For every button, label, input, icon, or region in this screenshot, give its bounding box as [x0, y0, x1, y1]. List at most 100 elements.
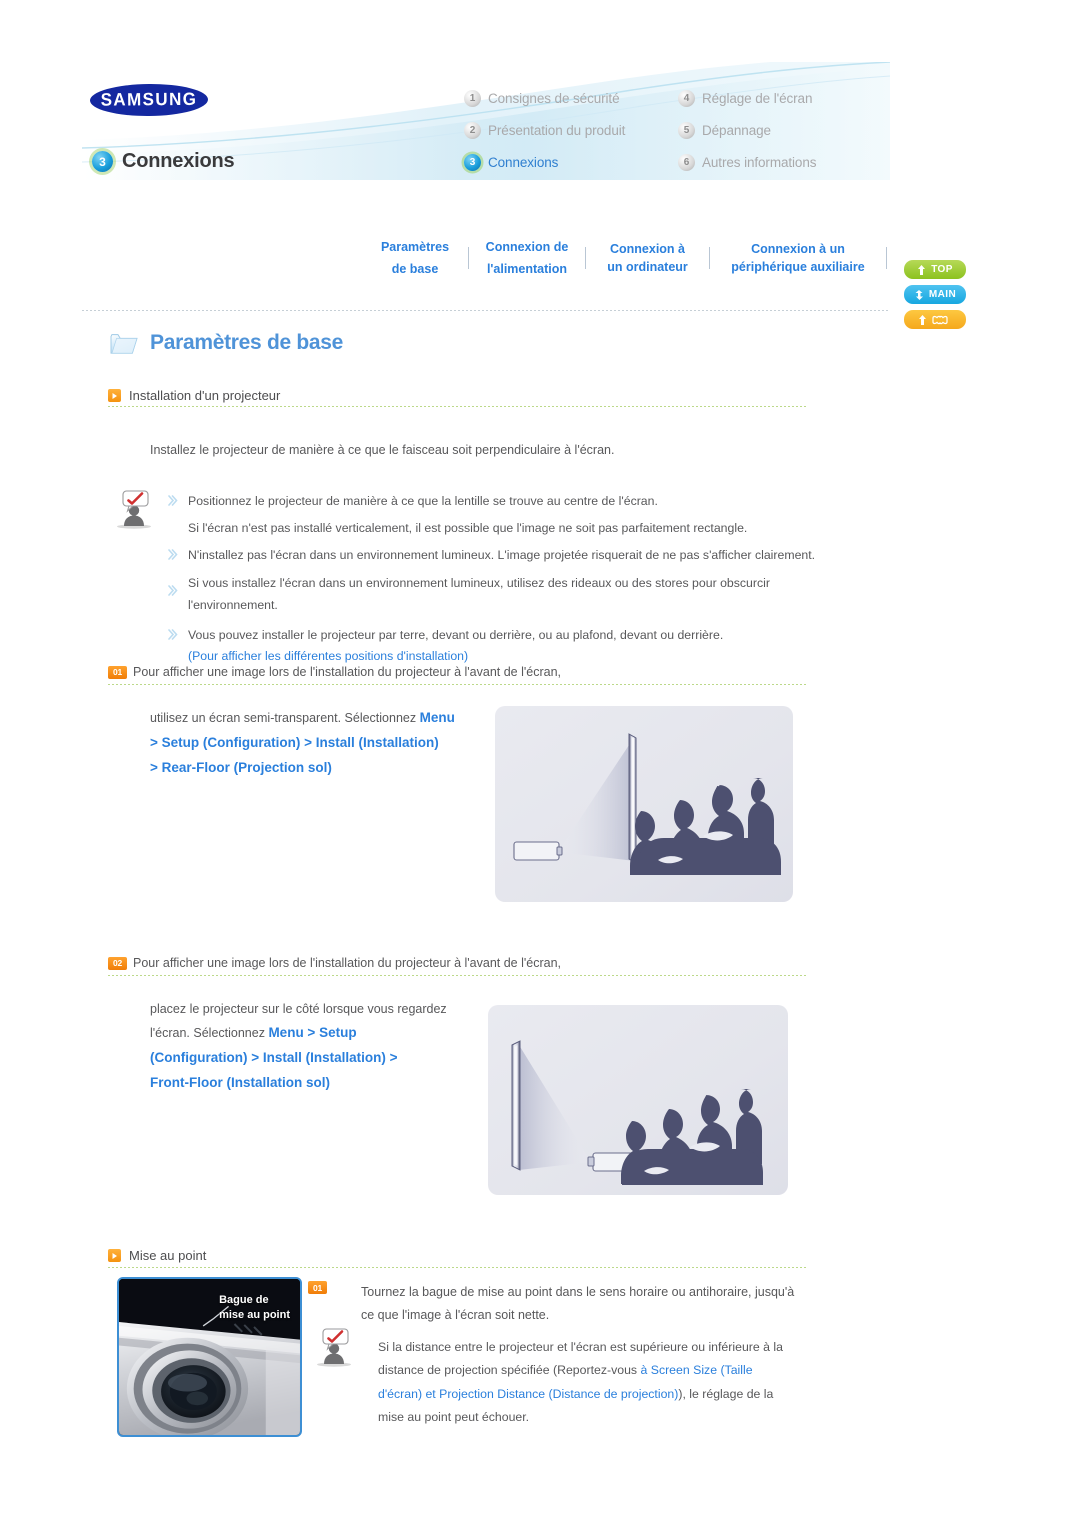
- chevron-bullet-icon: [168, 629, 178, 640]
- menu-label: Consignes de sécurité: [488, 90, 620, 106]
- chapter-title: 3 Connexions: [92, 150, 235, 173]
- menu-label: Présentation du produit: [488, 122, 626, 138]
- focus-step-text-line1: Tournez la bague de mise au point dans l…: [361, 1285, 795, 1299]
- photo-label-line2: mise au point: [219, 1308, 290, 1321]
- focus-step-1-text: Tournez la bague de mise au point dans l…: [361, 1281, 794, 1327]
- top-button[interactable]: TOP: [904, 260, 966, 279]
- focus-ring-photo-label: Bague de mise au point: [219, 1293, 290, 1323]
- step-number-badge: 02: [108, 956, 127, 970]
- front-projection-diagram: [488, 1005, 788, 1195]
- list-item: N'installez pas l'écran dans un environn…: [168, 546, 878, 565]
- tab-list: Paramètres de base Connexion de l'alimen…: [362, 238, 887, 278]
- list-item-text: N'installez pas l'écran dans un environn…: [188, 548, 816, 563]
- rear-projection-diagram: [495, 706, 793, 902]
- person-note-icon: [117, 490, 151, 529]
- tab-connexion-ordinateur[interactable]: Connexion à un ordinateur: [586, 238, 709, 278]
- focus-tip-line2: distance de projection spécifiée (Report…: [378, 1363, 641, 1378]
- step-number-badge: 01: [308, 1281, 327, 1294]
- list-item: Positionnez le projecteur de manière à c…: [168, 492, 878, 511]
- step-1-body: utilisez un écran semi-transparent. Séle…: [150, 706, 490, 781]
- side-button-group: TOP MAIN: [904, 260, 966, 329]
- menu-number-badge: 4: [678, 89, 695, 107]
- bullet-list: Positionnez le projecteur de manière à c…: [168, 492, 878, 674]
- header-menu-item-2[interactable]: 2 Présentation du produit: [464, 116, 672, 144]
- list-item: Vous pouvez installer le projecteur par …: [168, 626, 878, 645]
- chevron-bullet-icon: [168, 585, 178, 596]
- chapter-name: Connexions: [122, 150, 235, 172]
- chevron-bullet-icon: [168, 495, 178, 506]
- main-button[interactable]: MAIN: [904, 285, 966, 304]
- focus-ring-photo: Bague de mise au point: [117, 1277, 302, 1437]
- list-item-text: Vous pouvez installer le projecteur par …: [188, 628, 724, 643]
- screen-size-link-part1[interactable]: à Screen Size (Taille: [640, 1363, 752, 1377]
- list-item-text: Positionnez le projecteur de manière à c…: [188, 494, 658, 508]
- home-button[interactable]: [904, 310, 966, 329]
- step-2-text-plain-1: placez le projecteur sur le côté lorsque…: [150, 1002, 447, 1016]
- focus-step-text-line2: ce que l'image à l'écran soit nette.: [361, 1308, 550, 1323]
- tab-label-line1: Paramètres: [380, 240, 450, 254]
- menu-number-badge: 5: [678, 121, 695, 139]
- arrow-branch-icon: [915, 289, 923, 300]
- step-1-text-bold-2: > Setup (Configuration) > Install (Insta…: [150, 734, 439, 750]
- step-2-text-bold-1: Menu > Setup: [268, 1025, 357, 1041]
- tab-navigation: Paramètres de base Connexion de l'alimen…: [82, 238, 966, 329]
- step-1-text-bold-3: > Rear-Floor (Projection sol): [150, 759, 332, 775]
- menu-number-badge: 1: [464, 89, 481, 107]
- header-menu-item-4[interactable]: 4 Réglage de l'écran: [678, 84, 868, 112]
- header-chapter-menu: 1 Consignes de sécurité 4 Réglage de l'é…: [464, 84, 868, 176]
- header-menu-item-1[interactable]: 1 Consignes de sécurité: [464, 84, 672, 112]
- step-1-heading: 01 Pour afficher une image lors de l'ins…: [108, 665, 808, 679]
- header-menu-item-3[interactable]: 3 Connexions: [464, 148, 672, 176]
- screen-size-link-part2[interactable]: d'écran) et Projection Distance (Distanc…: [378, 1387, 678, 1401]
- focus-tip-line4: mise au point peut échouer.: [378, 1410, 530, 1425]
- step-2-heading: 02 Pour afficher une image lors de l'ins…: [108, 956, 808, 970]
- tab-connexion-peripherique[interactable]: Connexion à un périphérique auxiliaire: [710, 238, 886, 278]
- install-positions-link[interactable]: (Pour afficher les différentes positions…: [168, 647, 468, 666]
- samsung-logo-text: SAMSUNG: [100, 89, 198, 110]
- step-number-badge: 01: [108, 665, 127, 679]
- header-menu-item-6[interactable]: 6 Autres informations: [678, 148, 868, 176]
- tab-connexion-alimentation[interactable]: Connexion de l'alimentation: [469, 238, 585, 278]
- step-1-text-plain: utilisez un écran semi-transparent. Séle…: [150, 711, 420, 725]
- step-1-text-bold-1: Menu: [419, 710, 455, 725]
- list-item-text: Si l'écran n'est pas installé verticalem…: [188, 521, 748, 536]
- step-2-body: placez le projecteur sur le côté lorsque…: [150, 998, 490, 1096]
- tabnav-divider: [82, 310, 890, 311]
- chapter-number-badge: 3: [92, 151, 113, 172]
- step-1-divider: [108, 684, 808, 685]
- photo-label-line1: Bague de: [219, 1294, 269, 1306]
- page-title: Paramètres de base: [108, 330, 343, 356]
- tab-separator: [886, 247, 887, 270]
- focus-tip-line3: ), le réglage de la: [678, 1386, 774, 1401]
- step-2-text-bold-2: (Configuration) > Install (Installation)…: [150, 1050, 398, 1066]
- subsection-heading-installation: Installation d'un projecteur: [108, 388, 808, 403]
- tab-label-line1: Connexion de: [485, 240, 569, 254]
- tab-label-line2: l'alimentation: [486, 262, 568, 277]
- person-note-icon: [317, 1328, 351, 1367]
- tab-parametres-de-base[interactable]: Paramètres de base: [362, 238, 468, 278]
- menu-label: Dépannage: [702, 122, 771, 138]
- tab-label-line1: Connexion à: [609, 242, 685, 256]
- menu-number-badge: 3: [464, 153, 481, 171]
- arrow-up-icon: [918, 264, 926, 275]
- menu-number-badge: 6: [678, 153, 695, 171]
- folder-icon: [110, 334, 138, 354]
- step-2-divider: [108, 975, 808, 976]
- focus-step-1: 01 Tournez la bague de mise au point dan…: [308, 1281, 794, 1327]
- tab-label-line2: périphérique auxiliaire: [731, 260, 865, 275]
- tab-label-line1: Connexion à un: [751, 242, 845, 256]
- menu-number-badge: 2: [464, 121, 481, 139]
- book-icon: [931, 315, 948, 324]
- focus-tip-line1: Si la distance entre le projecteur et l'…: [378, 1340, 783, 1354]
- tab-label-line2: un ordinateur: [607, 260, 688, 275]
- arrow-up-icon: [918, 314, 926, 325]
- top-button-label: TOP: [931, 264, 953, 275]
- subsection-heading-text: Mise au point: [129, 1248, 207, 1263]
- list-item: Si vous installez l'écran dans un enviro…: [168, 573, 878, 616]
- chevron-bullet-icon: [168, 549, 178, 560]
- menu-label: Autres informations: [702, 154, 817, 170]
- step-heading-text: Pour afficher une image lors de l'instal…: [133, 956, 562, 970]
- step-2-text-bold-3: Front-Floor (Installation sol): [150, 1075, 330, 1091]
- header-menu-item-5[interactable]: 5 Dépannage: [678, 116, 868, 144]
- page-header: SAMSUNG 3 Connexions 1 Consignes de sécu…: [82, 62, 890, 202]
